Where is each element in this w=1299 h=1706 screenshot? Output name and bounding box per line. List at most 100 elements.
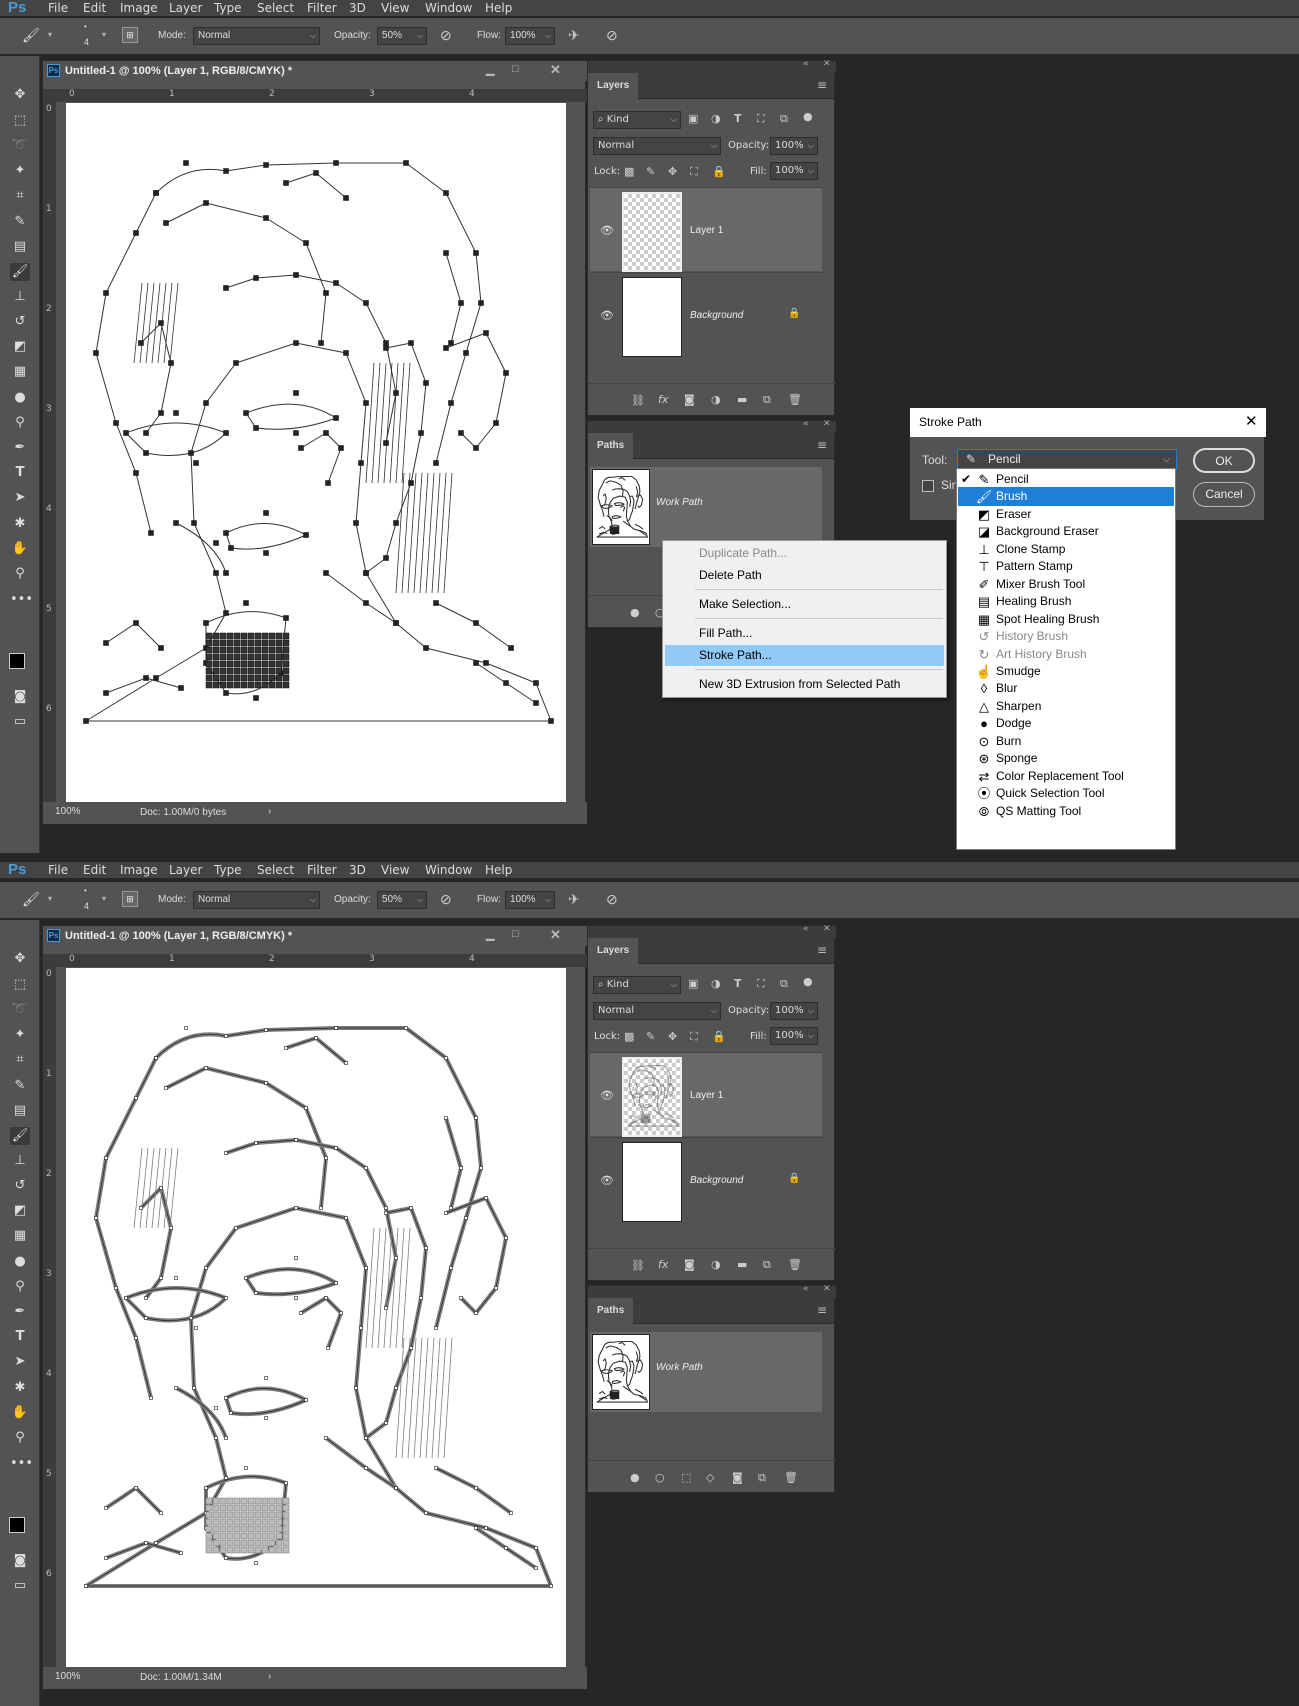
collapse-icon[interactable]: « [803,59,809,69]
document-tab[interactable]: Ps Untitled-1 @ 100% (Layer 1, RGB/8/CMY… [43,61,587,81]
group-folder-icon[interactable]: ▬ [737,1258,747,1272]
screen-mode-icon[interactable]: ▭ [10,1577,30,1595]
tool-option-sponge[interactable]: ⊛ Sponge [958,749,1174,768]
type-tool-icon[interactable]: T [10,464,30,482]
layer-opacity-input[interactable]: 100% ⌵ [770,137,818,155]
opacity-input[interactable]: 50% ⌵ [377,27,427,45]
layer-name[interactable]: Background [690,310,743,321]
crop-tool-icon[interactable]: ⌗ [10,187,30,205]
brush-preset-icon[interactable]: 🖌 [22,891,40,908]
eye-icon[interactable]: 👁 [600,1174,614,1187]
adjustment-layer-icon[interactable]: ◑ [711,1258,721,1272]
adjustment-filter-icon[interactable]: ◑ [711,112,721,126]
tool-option-quick-selection-tool[interactable]: ⦿ Quick Selection Tool [958,784,1174,803]
menu-window[interactable]: Window [425,863,472,877]
layer-row-background[interactable]: 👁 Background 🔒 [590,1137,822,1222]
tool-option-brush[interactable]: 🖌 Brush [958,487,1174,507]
lock-all-icon[interactable]: 🔒 [712,1030,726,1044]
cancel-button[interactable]: Cancel [1193,482,1255,507]
brush-panel-toggle-icon[interactable]: ⊞ [122,27,138,43]
tool-option-pattern-stamp[interactable]: ⊤ Pattern Stamp [958,557,1174,576]
quick-mask-icon[interactable]: ◙ [10,1552,30,1570]
menu-item-delete-path[interactable]: Delete Path [665,565,944,586]
collapse-icon[interactable]: « [803,1284,809,1294]
tool-option-art-history-brush[interactable]: ↻ Art History Brush [958,645,1174,664]
menu-3d[interactable]: 3D [349,1,366,15]
brush-size-value[interactable]: 4 [84,37,89,47]
panel-menu-icon[interactable]: ≡ [817,943,827,957]
quick-select-tool-icon[interactable]: ✦ [10,162,30,180]
smart-object-filter-icon[interactable]: ⧉ [780,112,788,126]
zoom-level[interactable]: 100% [55,1671,81,1682]
chevron-down-icon[interactable]: ▾ [102,894,106,903]
zoom-tool-icon[interactable]: ⚲ [10,565,30,583]
close-icon[interactable]: ✕ [550,927,561,943]
lock-artboard-icon[interactable]: ⛶ [690,165,698,179]
simulate-pressure-checkbox[interactable] [922,480,934,492]
tab-layers[interactable]: Layers [588,73,639,99]
menu-layer[interactable]: Layer [169,1,202,15]
menu-item-fill-path[interactable]: Fill Path... [665,623,944,644]
lock-all-icon[interactable]: 🔒 [712,165,726,179]
lock-transparent-icon[interactable]: ▩ [624,165,634,179]
history-brush-tool-icon[interactable]: ↺ [10,313,30,331]
menu-image[interactable]: Image [120,863,158,877]
hand-tool-icon[interactable]: ✋ [10,1404,30,1422]
tool-option-spot-healing-brush[interactable]: ▦ Spot Healing Brush [958,610,1174,629]
path-row-work-path[interactable]: Work Path [590,467,822,547]
tab-layers[interactable]: Layers [588,938,639,964]
menu-edit[interactable]: Edit [83,863,106,877]
zoom-level[interactable]: 100% [55,806,81,817]
tool-option-burn[interactable]: ⊙ Burn [958,732,1174,751]
chevron-down-icon[interactable]: ▾ [102,30,106,39]
menu-window[interactable]: Window [425,1,472,15]
marquee-tool-icon[interactable]: ⬚ [10,976,30,994]
type-filter-icon[interactable]: T [734,112,742,126]
menu-filter[interactable]: Filter [307,1,337,15]
menu-layer[interactable]: Layer [169,863,202,877]
brush-tool-icon[interactable]: 🖌 [10,263,30,281]
marquee-tool-icon[interactable]: ⬚ [10,112,30,130]
tab-paths[interactable]: Paths [588,433,634,459]
lock-pixels-icon[interactable]: ✎ [646,165,655,179]
chevron-down-icon[interactable]: ▾ [48,30,52,39]
tool-option-eraser[interactable]: ◩ Eraser [958,505,1174,524]
document-canvas[interactable] [66,968,566,1668]
tool-option-sharpen[interactable]: △ Sharpen [958,697,1174,716]
fx-icon[interactable]: fx [658,1258,668,1272]
dodge-tool-icon[interactable]: ⚲ [10,1278,30,1296]
new-layer-icon[interactable]: ⧉ [763,1258,771,1272]
more-tools-icon[interactable]: ••• [10,1455,33,1473]
layer-row-background[interactable]: 👁 Background 🔒 [590,272,822,357]
shape-tool-icon[interactable]: ✱ [10,515,30,533]
layer-row-layer1[interactable]: 👁 Layer 1 [590,1052,822,1137]
zoom-tool-icon[interactable]: ⚲ [10,1429,30,1447]
pressure-opacity-icon[interactable]: ⊘ [440,27,452,44]
fill-input[interactable]: 100% ⌵ [770,1027,818,1045]
path-select-tool-icon[interactable]: ➤ [10,1353,30,1371]
gradient-tool-icon[interactable]: ▦ [10,1227,30,1245]
lasso-tool-icon[interactable]: ➰ [10,137,30,155]
document-canvas[interactable] [66,103,566,803]
close-panel-icon[interactable]: ✕ [823,59,831,69]
document-tab[interactable]: Ps Untitled-1 @ 100% (Layer 1, RGB/8/CMY… [43,926,587,946]
gradient-tool-icon[interactable]: ▦ [10,363,30,381]
chevron-down-icon[interactable]: ▾ [48,894,52,903]
close-icon[interactable]: ✕ [1245,412,1258,430]
type-tool-icon[interactable]: T [10,1328,30,1346]
crop-tool-icon[interactable]: ⌗ [10,1051,30,1069]
shape-filter-icon[interactable]: ⛶ [757,977,765,991]
new-layer-icon[interactable]: ⧉ [763,393,771,407]
healing-tool-icon[interactable]: ▤ [10,1102,30,1120]
tool-option-dodge[interactable]: ● Dodge [958,714,1174,733]
menu-help[interactable]: Help [485,863,512,877]
fx-icon[interactable]: fx [658,393,668,407]
menu-help[interactable]: Help [485,1,512,15]
menu-3d[interactable]: 3D [349,863,366,877]
lock-artboard-icon[interactable]: ⛶ [690,1030,698,1044]
load-as-selection-icon[interactable]: ⬚ [681,1471,691,1485]
minimize-icon[interactable]: ▁ [486,63,494,76]
close-panel-icon[interactable]: ✕ [823,924,831,934]
fill-path-icon[interactable]: ● [630,606,640,620]
foreground-color-swatch[interactable] [9,653,25,669]
